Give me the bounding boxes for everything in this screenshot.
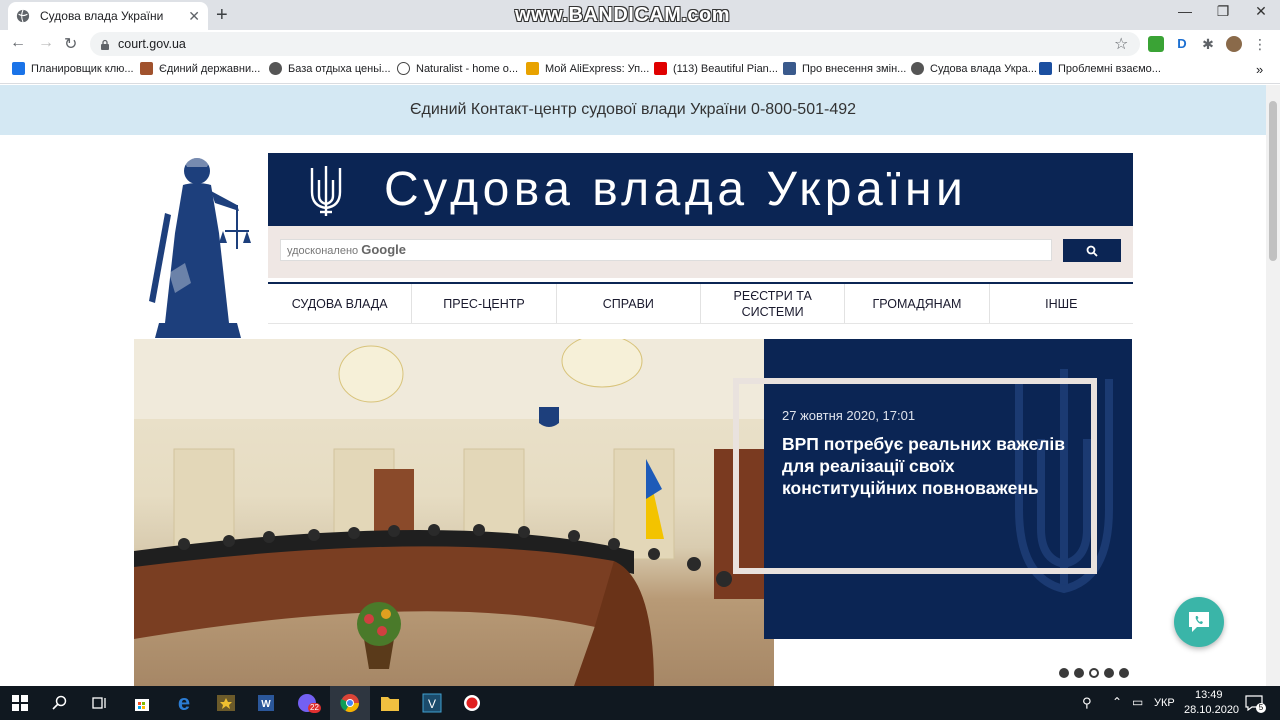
network-icon[interactable]: ▭ [1132,695,1143,709]
search-panel: удосконалено Google [268,226,1133,278]
news-date: 27 жовтня 2020, 17:01 [782,408,916,423]
back-arrow-icon[interactable]: ← [10,34,26,52]
site-header-banner[interactable]: Судова влада України [268,153,1133,226]
maximize-button[interactable]: ❐ [1203,3,1243,20]
page-scrollbar[interactable] [1266,85,1280,686]
svg-text:V: V [428,697,436,711]
extension-d-icon[interactable]: D [1174,36,1190,52]
edge-icon[interactable]: e [172,690,196,715]
search-prefix: удосконалено [287,245,359,257]
bookmark-item[interactable]: Мой AliExpress: Уп... [526,62,649,75]
svg-text:W: W [261,699,271,710]
bookmark-icon [140,62,153,75]
slider-dot[interactable] [1074,668,1084,678]
word-icon[interactable]: W [254,691,278,715]
search-button[interactable] [1063,239,1121,262]
search-icon [1086,245,1098,257]
store-icon[interactable] [130,691,154,715]
slider-dot[interactable] [1104,668,1114,678]
task-view-icon[interactable] [88,691,112,715]
nav-cases[interactable]: СПРАВИ [557,284,701,323]
movie-maker-icon[interactable] [214,691,238,715]
hero-courtroom-photo[interactable] [134,339,774,686]
recording-watermark: www.BANDICAM.com [515,4,731,26]
visual-studio-icon[interactable]: V [420,691,444,715]
slider-dot[interactable] [1119,668,1129,678]
nav-registries[interactable]: РЕЄСТРИ ТА СИСТЕМИ [701,284,846,323]
main-navigation: СУДОВА ВЛАДА ПРЕС-ЦЕНТР СПРАВИ РЕЄСТРИ Т… [268,282,1133,324]
bookmark-item[interactable]: Судова влада Укра... [911,62,1037,75]
profile-avatar[interactable] [1226,36,1242,52]
themis-logo[interactable] [145,153,255,338]
search-icon[interactable] [48,691,72,715]
bookmark-item[interactable]: (113) Beautiful Pian... [654,62,778,75]
browser-tab[interactable]: Судова влада України ✕ [8,2,208,30]
url-text: court.gov.ua [118,37,186,51]
scrollbar-thumb[interactable] [1269,101,1277,261]
notification-count: 5 [1256,703,1266,713]
search-input[interactable]: удосконалено Google [280,239,1052,261]
slider-dot[interactable] [1059,668,1069,678]
bookmark-icon [783,62,796,75]
bookmark-item[interactable]: Планировщик клю... [12,62,134,75]
viber-badge: 22 [308,703,321,713]
google-brand: Google [361,242,406,257]
nav-other[interactable]: ІНШЕ [990,284,1133,323]
bookmark-icon [911,62,924,75]
site-title: Судова влада України [384,163,968,216]
chat-phone-icon [1189,612,1209,632]
browser-toolbar: ← → ↻ court.gov.ua ☆ D ✱ ⋮ [0,30,1280,58]
nav-citizens[interactable]: ГРОМАДЯНАМ [845,284,990,323]
people-icon[interactable]: ⚲ [1082,695,1092,711]
clock-date[interactable]: 28.10.2020 [1184,704,1239,716]
menu-dots-icon[interactable]: ⋮ [1252,36,1268,52]
bookmark-item[interactable]: Про внесення змін... [783,62,906,75]
bookmarks-bar: Планировщик клю... Єдиний державни... Ба… [0,58,1280,84]
clock-time[interactable]: 13:49 [1195,689,1223,701]
notifications-icon[interactable]: 5 [1242,691,1266,715]
close-window-button[interactable]: ✕ [1241,3,1280,20]
chrome-icon[interactable] [338,691,362,715]
more-bookmarks-button[interactable]: » [1256,62,1263,77]
chat-button[interactable] [1174,597,1224,647]
chevron-up-icon[interactable]: ⌃ [1112,695,1122,709]
viber-icon[interactable]: 22 [296,691,321,715]
tab-strip: Судова влада України ✕ + www.BANDICAM.co… [0,0,1280,30]
globe-icon [16,9,30,23]
bookmark-icon [12,62,25,75]
slider-dot-active[interactable] [1089,668,1099,678]
bookmark-icon [269,62,282,75]
youtube-icon [654,62,667,75]
forward-arrow-icon[interactable]: → [38,34,54,52]
file-explorer-icon[interactable] [378,691,402,715]
news-headline[interactable]: ВРП потребує реальних важелів для реаліз… [782,433,1092,499]
extension-green-icon[interactable] [1148,36,1164,52]
bookmark-item[interactable]: Єдиний державни... [140,62,260,75]
taskbar: e W 22 V ⚲ ⌃ ▭ УКР 13:49 28.10.2020 5 [0,686,1280,720]
close-tab-icon[interactable]: ✕ [188,8,200,25]
tab-title: Судова влада України [40,9,164,23]
puzzle-icon[interactable]: ✱ [1200,36,1216,52]
bookmark-icon [1039,62,1052,75]
bookmark-star-icon[interactable]: ☆ [1114,34,1128,54]
bookmark-icon [526,62,539,75]
bookmark-item[interactable]: База отдыха ценьі... [269,62,391,75]
minimize-button[interactable]: — [1165,3,1205,19]
nav-judicial-power[interactable]: СУДОВА ВЛАДА [268,284,413,323]
nav-press-center[interactable]: ПРЕС-ЦЕНТР [412,284,557,323]
address-bar[interactable]: court.gov.ua [90,32,1140,56]
new-tab-button[interactable]: + [216,4,228,27]
bookmark-item[interactable]: Naturalist - home o... [397,62,518,75]
reload-icon[interactable]: ↻ [64,34,77,54]
windows-start-icon[interactable] [8,691,32,715]
record-icon[interactable] [460,691,484,715]
lock-icon [101,39,109,50]
language-indicator[interactable]: УКР [1154,697,1175,709]
bookmark-item[interactable]: Проблемні взаємо... [1039,62,1161,75]
bookmark-icon [397,62,410,75]
contact-center-banner: Єдиний Контакт-центр судової влади Украї… [0,85,1266,135]
web-page: Єдиний Контакт-центр судової влади Украї… [0,85,1266,686]
trident-icon [310,165,342,216]
slider-dots [1059,668,1129,678]
